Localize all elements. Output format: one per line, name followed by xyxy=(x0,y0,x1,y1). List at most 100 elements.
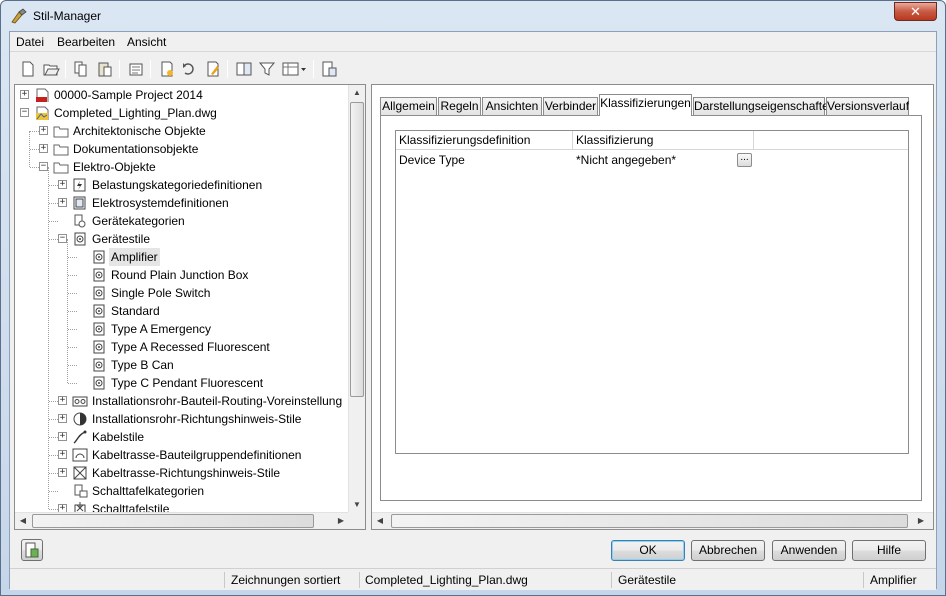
apply-button[interactable]: Anwenden xyxy=(772,540,846,561)
tree-item[interactable]: + Kabelstile xyxy=(15,428,349,446)
tree-item[interactable]: − Elektro-Objekte xyxy=(15,158,349,176)
conduit-rise-drop-icon xyxy=(72,412,88,426)
new-icon[interactable] xyxy=(19,60,37,78)
tree-item-label: Type B Can xyxy=(111,358,174,372)
scroll-left-arrow[interactable]: ◀ xyxy=(372,513,388,529)
column-header-classification[interactable]: Klassifizierung xyxy=(573,131,754,150)
tree-item[interactable]: Amplifier xyxy=(15,248,349,266)
column-header-definition[interactable]: Klassifizierungsdefinition xyxy=(396,131,573,150)
tree-item[interactable]: − Gerätestile xyxy=(15,230,349,248)
tree-item[interactable]: + Installationsrohr-Richtungshinweis-Stil… xyxy=(15,410,349,428)
tree-item[interactable]: + Installationsrohr-Bauteil-Routing-Vorei… xyxy=(15,392,349,410)
tree-connector xyxy=(68,365,77,366)
compare-icon[interactable] xyxy=(235,60,253,78)
cancel-button[interactable]: Abbrechen xyxy=(691,540,765,561)
ok-button[interactable]: OK xyxy=(611,540,685,561)
paste-icon[interactable] xyxy=(96,60,114,78)
properties-horizontal-scrollbar[interactable]: ◀ ▶ xyxy=(372,512,933,529)
scroll-thumb[interactable] xyxy=(391,514,908,528)
browse-classification-button[interactable]: ... xyxy=(737,153,752,167)
tree-item[interactable]: Round Plain Junction Box xyxy=(15,266,349,284)
collapse-icon[interactable]: − xyxy=(20,108,29,117)
collapse-icon[interactable]: − xyxy=(58,234,67,243)
tab-verbinder[interactable]: Verbinder xyxy=(543,97,598,115)
window-title: Stil-Manager xyxy=(33,9,102,23)
expand-icon[interactable]: + xyxy=(20,90,29,99)
device-style-icon xyxy=(91,340,107,354)
tree-connector xyxy=(49,185,58,186)
tab-versionsverlauf[interactable]: Versionsverlauf xyxy=(826,97,909,115)
tree-item-label: Elektrosystemdefinitionen xyxy=(92,196,229,210)
scroll-left-arrow[interactable]: ◀ xyxy=(15,513,31,529)
help-button[interactable]: Hilfe xyxy=(852,540,926,561)
tree-item[interactable]: + Dokumentationsobjekte xyxy=(15,140,349,158)
scroll-up-arrow[interactable]: ▲ xyxy=(349,85,365,101)
tab-klassifizierungen[interactable]: Klassifizierungen xyxy=(599,94,692,116)
expand-icon[interactable]: + xyxy=(58,450,67,459)
copy-icon[interactable] xyxy=(72,60,90,78)
toggle-view-button[interactable] xyxy=(21,539,43,561)
tab-darstellungseigenschaften[interactable]: Darstellungseigenschaften xyxy=(693,97,835,115)
expand-icon[interactable]: + xyxy=(58,414,67,423)
menu-bearbeiten[interactable]: Bearbeiten xyxy=(57,35,115,49)
tree-item[interactable]: + Architektonische Objekte xyxy=(15,122,349,140)
tree-item[interactable]: Schalttafelkategorien xyxy=(15,482,349,500)
tree-item[interactable]: Type A Recessed Fluorescent xyxy=(15,338,349,356)
tree-item[interactable]: Standard xyxy=(15,302,349,320)
tree-item[interactable]: Type A Emergency xyxy=(15,320,349,338)
purge-icon[interactable] xyxy=(127,60,145,78)
tree-item[interactable]: +00000-Sample Project 2014 xyxy=(15,86,349,104)
tab-ansichten[interactable]: Ansichten xyxy=(482,97,542,115)
expand-icon[interactable]: + xyxy=(58,198,67,207)
open-icon[interactable] xyxy=(42,60,60,78)
expand-icon[interactable]: + xyxy=(39,144,48,153)
tree-item-label: Completed_Lighting_Plan.dwg xyxy=(54,106,217,120)
tab-allgemein[interactable]: Allgemein xyxy=(380,97,437,115)
classification-definition-cell: Device Type xyxy=(399,153,465,167)
expand-icon[interactable]: + xyxy=(58,396,67,405)
properties-pane: Allgemein Regeln Ansichten Verbinder Klassif… xyxy=(371,84,934,530)
classification-value-cell[interactable]: *Nicht angegeben* xyxy=(573,151,733,169)
toggle-view-icon[interactable] xyxy=(320,60,338,78)
tree-vertical-scrollbar[interactable]: ▲ ▼ xyxy=(348,85,365,513)
tree-item[interactable]: Type C Pendant Fluorescent xyxy=(15,374,349,392)
device-category-icon xyxy=(72,214,88,228)
client-area: Datei Bearbeiten Ansicht +00000-Sample P… xyxy=(9,31,937,590)
folder-icon xyxy=(53,142,69,156)
scrollbar-corner xyxy=(348,512,365,529)
menu-datei[interactable]: Datei xyxy=(16,35,44,49)
scroll-thumb[interactable] xyxy=(32,514,314,528)
tree-horizontal-scrollbar[interactable]: ◀ ▶ xyxy=(15,512,349,529)
expand-icon[interactable]: + xyxy=(39,126,48,135)
tree-connector xyxy=(49,221,58,222)
scroll-down-arrow[interactable]: ▼ xyxy=(349,497,365,513)
expand-icon[interactable]: + xyxy=(58,432,67,441)
scroll-right-arrow[interactable]: ▶ xyxy=(913,513,929,529)
expand-icon[interactable]: + xyxy=(58,468,67,477)
device-style-icon xyxy=(72,232,88,246)
collapse-icon[interactable]: − xyxy=(39,162,48,171)
drawing-icon xyxy=(34,106,50,122)
tree-item[interactable]: + Belastungskategoriedefinitionen xyxy=(15,176,349,194)
folder-icon xyxy=(53,124,69,138)
view-icon[interactable] xyxy=(281,60,307,78)
scroll-right-arrow[interactable]: ▶ xyxy=(333,513,349,529)
menu-ansicht[interactable]: Ansicht xyxy=(127,35,166,49)
tree-item[interactable]: Single Pole Switch xyxy=(15,284,349,302)
filter-icon[interactable] xyxy=(258,60,276,78)
tree-item[interactable]: − Completed_Lighting_Plan.dwg xyxy=(15,104,349,122)
close-button[interactable]: ✕ xyxy=(894,2,937,21)
set-from-icon[interactable] xyxy=(181,60,199,78)
tree-item[interactable]: + Kabeltrasse-Bauteilgruppendefinitionen xyxy=(15,446,349,464)
tab-regeln[interactable]: Regeln xyxy=(438,97,481,115)
expand-icon[interactable]: + xyxy=(58,180,67,189)
new-style-icon[interactable] xyxy=(158,60,176,78)
tree-connector xyxy=(68,293,77,294)
tree-item[interactable]: Gerätekategorien xyxy=(15,212,349,230)
tree-item[interactable]: + Elektrosystemdefinitionen xyxy=(15,194,349,212)
edit-style-icon[interactable] xyxy=(204,60,222,78)
conduit-routing-icon xyxy=(72,394,88,408)
tree-item[interactable]: + Kabeltrasse-Richtungshinweis-Stile xyxy=(15,464,349,482)
tree-item[interactable]: Type B Can xyxy=(15,356,349,374)
scroll-thumb[interactable] xyxy=(350,102,364,397)
